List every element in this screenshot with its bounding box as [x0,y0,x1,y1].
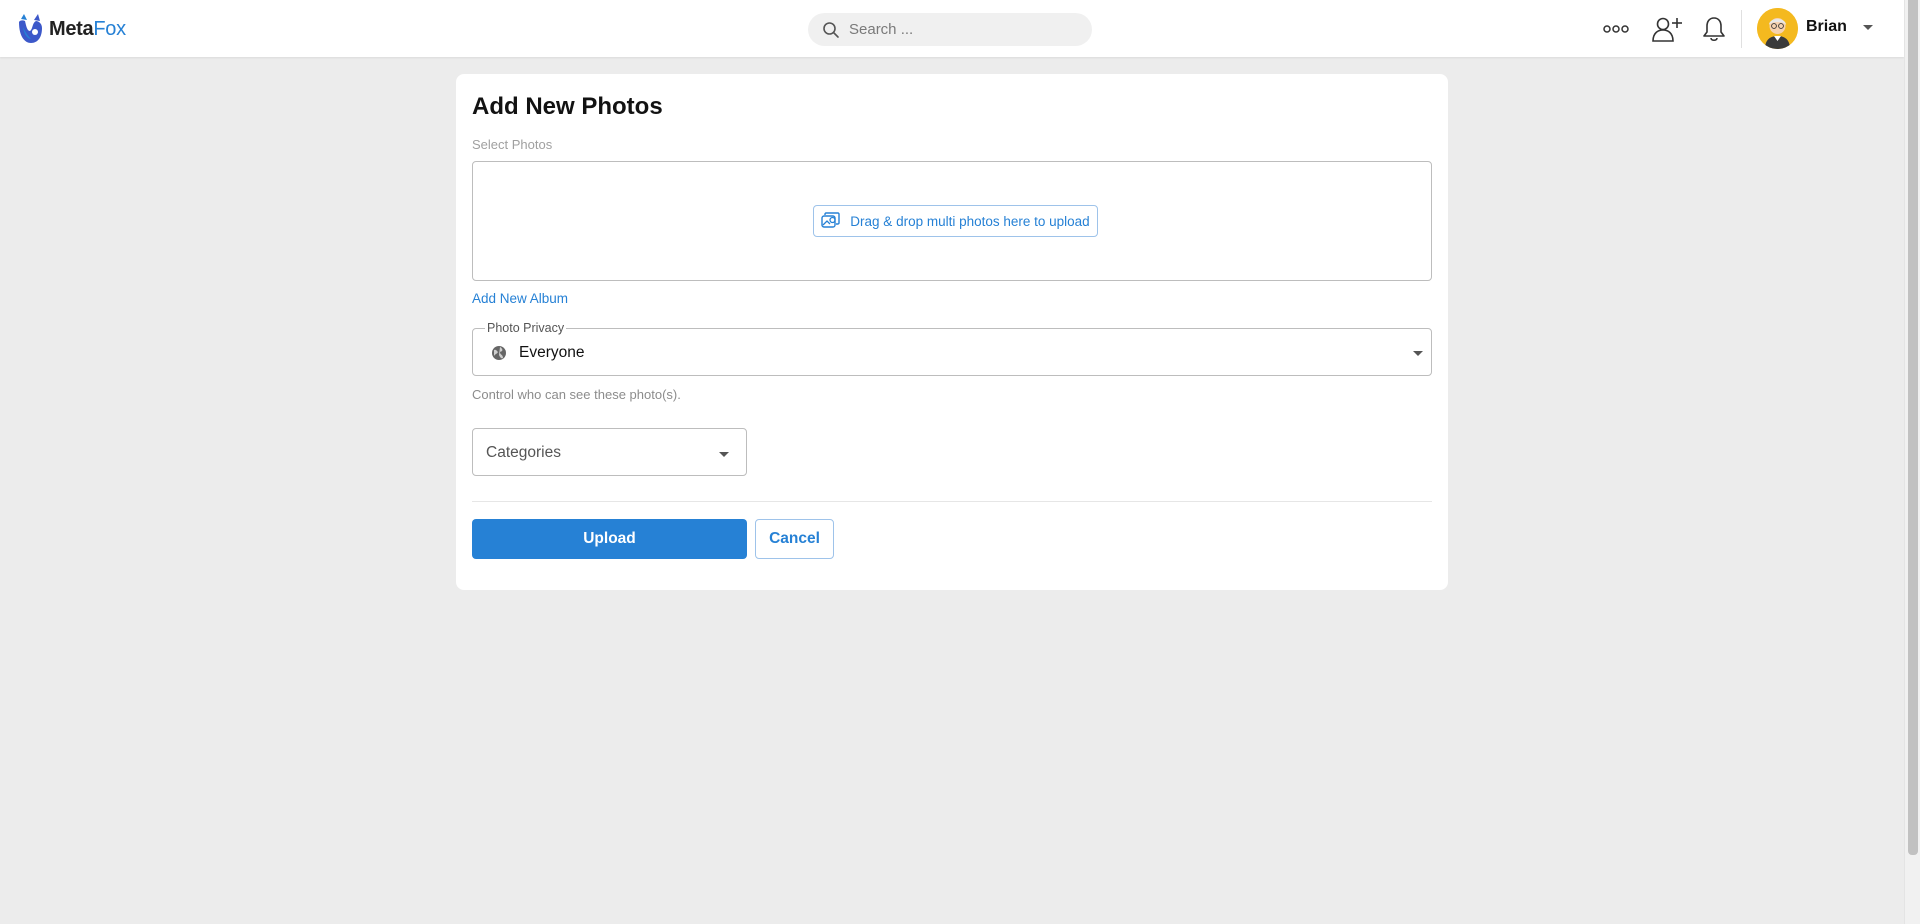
top-navbar: MetaFox Brian [0,0,1904,57]
search-input[interactable] [849,21,1079,38]
categories-placeholder: Categories [486,444,561,461]
page-scrollbar[interactable] [1904,0,1920,924]
privacy-help-text: Control who can see these photo(s). [472,387,681,402]
more-icon[interactable] [1601,14,1631,44]
select-photos-label: Select Photos [472,137,553,152]
categories-select[interactable]: Categories [472,428,747,476]
user-avatar[interactable] [1757,8,1798,49]
drag-drop-upload-button[interactable]: Drag & drop multi photos here to upload [813,205,1098,237]
add-photos-card: Add New Photos Select Photos Drag & drop… [456,74,1448,590]
photo-privacy-select[interactable]: Photo Privacy Everyone [472,321,1432,376]
page-title: Add New Photos [472,93,663,120]
upload-button[interactable]: Upload [472,519,747,559]
chevron-down-icon[interactable] [1859,18,1877,36]
notification-bell-icon[interactable] [1699,14,1729,44]
metafox-logo-icon [19,14,42,43]
privacy-selected-value: Everyone [519,344,585,361]
privacy-dropdown-arrow-icon [1413,351,1423,356]
header-divider [1741,10,1742,48]
categories-dropdown-arrow-icon [719,452,729,457]
scrollbar-thumb[interactable] [1908,0,1918,855]
dropzone-label: Drag & drop multi photos here to upload [850,213,1090,229]
photos-icon [821,212,840,228]
add-friend-icon[interactable] [1652,14,1682,44]
brand-logo[interactable]: MetaFox [15,13,126,45]
search-bar[interactable] [808,13,1092,46]
globe-icon [492,346,506,360]
cancel-button[interactable]: Cancel [755,519,834,559]
brand-name: MetaFox [49,17,126,40]
search-icon [823,21,839,38]
photo-dropzone[interactable]: Drag & drop multi photos here to upload [472,161,1432,281]
user-name[interactable]: Brian [1806,18,1847,36]
photo-privacy-label: Photo Privacy [485,321,567,335]
add-new-album-link[interactable]: Add New Album [472,291,568,306]
form-divider [472,501,1432,502]
